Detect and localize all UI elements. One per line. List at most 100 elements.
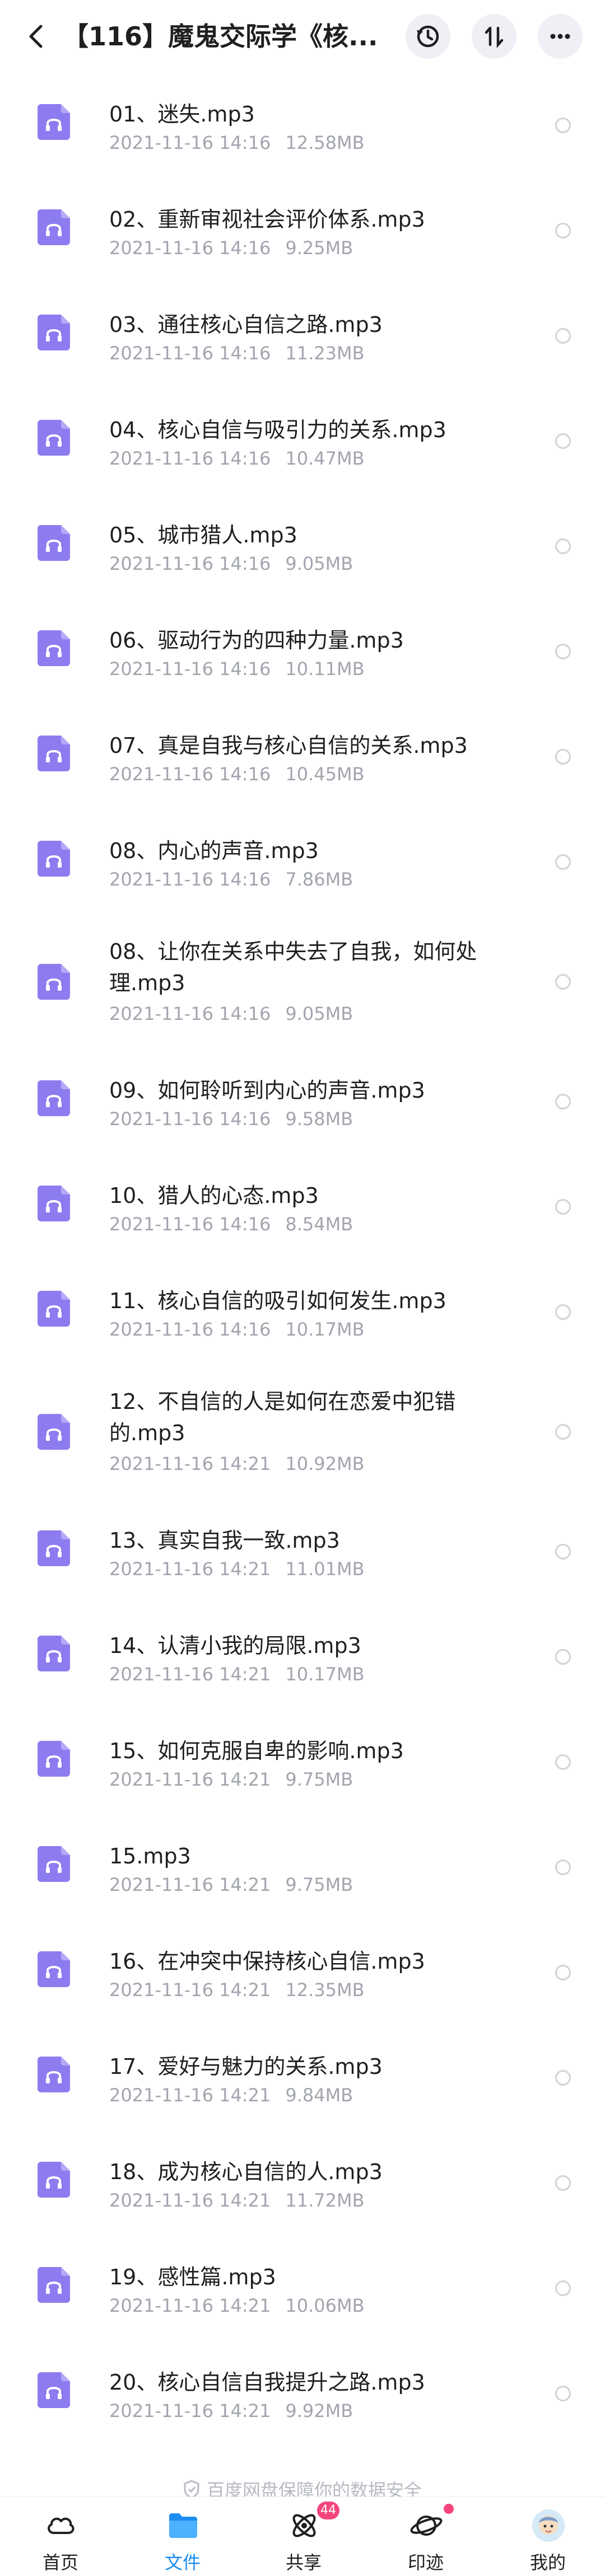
audio-file-icon: [38, 1291, 70, 1327]
tab-label: 首页: [42, 2552, 78, 2573]
tab-files[interactable]: 文件: [138, 2497, 227, 2576]
tab-home[interactable]: 首页: [16, 2497, 105, 2576]
back-button[interactable]: [17, 17, 56, 56]
history-button[interactable]: [406, 14, 450, 59]
file-row[interactable]: 15.mp3 2021-11-16 14:21 9.75MB: [0, 1815, 605, 1920]
file-size: 12.58MB: [285, 132, 365, 153]
select-checkbox[interactable]: [555, 1199, 571, 1215]
file-name: 11、核心自信的吸引如何发生.mp3: [109, 1289, 446, 1313]
file-row[interactable]: 15、如何克服自卑的影响.mp3 2021-11-16 14:21 9.75MB: [0, 1709, 605, 1815]
file-meta: 2021-11-16 14:21 10.17MB: [109, 1664, 379, 1685]
file-list: 01、迷失.mp3 2021-11-16 14:16 12.58MB 02、重新审视社…: [0, 73, 605, 2446]
file-size: 9.05MB: [285, 553, 353, 574]
file-size: 10.17MB: [285, 1664, 365, 1685]
file-name: 15.mp3: [109, 1844, 191, 1868]
select-checkbox[interactable]: [555, 644, 571, 659]
file-row[interactable]: 09、如何聆听到内心的声音.mp3 2021-11-16 14:16 9.58MB: [0, 1049, 605, 1154]
file-meta: 2021-11-16 14:16 9.05MB: [109, 1003, 367, 1024]
select-checkbox[interactable]: [555, 118, 571, 133]
file-row[interactable]: 05、城市猎人.mp3 2021-11-16 14:16 9.05MB: [0, 494, 605, 599]
select-checkbox[interactable]: [555, 1965, 571, 1980]
select-checkbox[interactable]: [555, 223, 571, 238]
audio-file-icon: [38, 209, 70, 245]
file-row[interactable]: 19、感性篇.mp3 2021-11-16 14:21 10.06MB: [0, 2236, 605, 2341]
file-row[interactable]: 08、内心的声音.mp3 2021-11-16 14:16 7.86MB: [0, 809, 605, 915]
file-row[interactable]: 17、爱好与魅力的关系.mp3 2021-11-16 14:21 9.84MB: [0, 2025, 605, 2130]
file-date: 2021-11-16 14:16: [109, 1108, 271, 1130]
file-row[interactable]: 03、通往核心自信之路.mp3 2021-11-16 14:16 11.23MB: [0, 283, 605, 388]
file-row[interactable]: 02、重新审视社会评价体系.mp3 2021-11-16 14:16 9.25MB: [0, 178, 605, 283]
file-meta: 2021-11-16 14:16 10.17MB: [109, 1319, 379, 1340]
shield-icon: [184, 2480, 199, 2499]
file-row[interactable]: 12、不自信的人是如何在恋爱中犯错的.mp3 2021-11-16 14:21 10…: [0, 1365, 605, 1499]
file-row[interactable]: 16、在冲突中保持核心自信.mp3 2021-11-16 14:21 12.35MB: [0, 1920, 605, 2025]
select-checkbox[interactable]: [555, 1544, 571, 1559]
select-checkbox[interactable]: [555, 538, 571, 554]
audio-file-icon: [38, 420, 70, 456]
sort-button[interactable]: [472, 14, 516, 59]
file-name: 16、在冲突中保持核心自信.mp3: [109, 1949, 425, 1974]
select-checkbox[interactable]: [555, 974, 571, 990]
history-icon: [417, 25, 439, 48]
file-date: 2021-11-16 14:21: [109, 2400, 271, 2422]
file-name: 06、驱动行为的四种力量.mp3: [109, 628, 404, 653]
audio-file-icon: [38, 736, 70, 771]
file-meta: 2021-11-16 14:21 9.84MB: [109, 2085, 367, 2106]
file-row[interactable]: 01、迷失.mp3 2021-11-16 14:16 12.58MB: [0, 73, 605, 178]
select-checkbox[interactable]: [555, 749, 571, 765]
file-name: 07、真是自我与核心自信的关系.mp3: [109, 733, 468, 758]
file-date: 2021-11-16 14:21: [109, 1874, 271, 1895]
share-icon: [292, 2514, 316, 2537]
tab-footprints[interactable]: 印迹: [381, 2497, 471, 2576]
file-row[interactable]: 20、核心自信自我提升之路.mp3 2021-11-16 14:21 9.92MB: [0, 2341, 605, 2446]
select-checkbox[interactable]: [555, 1860, 571, 1875]
audio-file-icon: [38, 1080, 70, 1116]
select-checkbox[interactable]: [555, 1094, 571, 1109]
file-size: 10.17MB: [285, 1319, 365, 1340]
select-checkbox[interactable]: [555, 1304, 571, 1320]
file-row[interactable]: 10、猎人的心态.mp3 2021-11-16 14:16 8.54MB: [0, 1154, 605, 1259]
select-checkbox[interactable]: [555, 1424, 571, 1440]
tab-profile[interactable]: 我的: [503, 2497, 593, 2576]
file-row[interactable]: 11、核心自信的吸引如何发生.mp3 2021-11-16 14:16 10.17M…: [0, 1259, 605, 1365]
file-row[interactable]: 04、核心自信与吸引力的关系.mp3 2021-11-16 14:16 10.47M…: [0, 388, 605, 494]
file-name: 17、爱好与魅力的关系.mp3: [109, 2054, 383, 2079]
more-button[interactable]: [538, 14, 583, 59]
file-meta: 2021-11-16 14:21 9.75MB: [109, 1874, 367, 1895]
file-date: 2021-11-16 14:21: [109, 1769, 271, 1790]
file-size: 10.06MB: [285, 2295, 365, 2316]
tab-label: 我的: [529, 2552, 566, 2573]
select-checkbox[interactable]: [555, 2386, 571, 2401]
tab-share[interactable]: 44 共享: [259, 2497, 348, 2576]
file-name: 10、猎人的心态.mp3: [109, 1183, 319, 1208]
more-icon: [550, 34, 570, 39]
share-badge: 44: [317, 2502, 339, 2519]
file-meta: 2021-11-16 14:16 7.86MB: [109, 869, 367, 890]
file-name: 09、如何聆听到内心的声音.mp3: [109, 1078, 425, 1103]
file-row[interactable]: 07、真是自我与核心自信的关系.mp3 2021-11-16 14:16 10.45…: [0, 704, 605, 809]
file-row[interactable]: 14、认清小我的局限.mp3 2021-11-16 14:21 10.17MB: [0, 1604, 605, 1709]
file-row[interactable]: 08、让你在关系中失去了自我，如何处理.mp3 2021-11-16 14:16 9…: [0, 915, 605, 1049]
home-icon: [48, 2517, 75, 2534]
select-checkbox[interactable]: [555, 1754, 571, 1770]
select-checkbox[interactable]: [555, 1649, 571, 1665]
select-checkbox[interactable]: [555, 2280, 571, 2296]
select-checkbox[interactable]: [555, 433, 571, 449]
file-row[interactable]: 06、驱动行为的四种力量.mp3 2021-11-16 14:16 10.11MB: [0, 599, 605, 704]
file-date: 2021-11-16 14:16: [109, 658, 271, 680]
select-checkbox[interactable]: [555, 2070, 571, 2086]
file-size: 12.35MB: [285, 1979, 365, 2001]
audio-file-icon: [38, 1530, 70, 1566]
file-row[interactable]: 13、真实自我一致.mp3 2021-11-16 14:21 11.01MB: [0, 1499, 605, 1604]
audio-file-icon: [38, 1741, 70, 1777]
page-title: 【116】魔鬼交际学《核...: [63, 21, 376, 51]
file-size: 9.75MB: [285, 1874, 353, 1895]
select-checkbox[interactable]: [555, 328, 571, 344]
file-date: 2021-11-16 14:21: [109, 1453, 271, 1474]
file-meta: 2021-11-16 14:16 8.54MB: [109, 1214, 367, 1235]
file-row[interactable]: 18、成为核心自信的人.mp3 2021-11-16 14:21 11.72MB: [0, 2130, 605, 2236]
select-checkbox[interactable]: [555, 854, 571, 870]
audio-file-icon: [38, 525, 70, 561]
select-checkbox[interactable]: [555, 2175, 571, 2191]
file-date: 2021-11-16 14:16: [109, 1003, 271, 1024]
